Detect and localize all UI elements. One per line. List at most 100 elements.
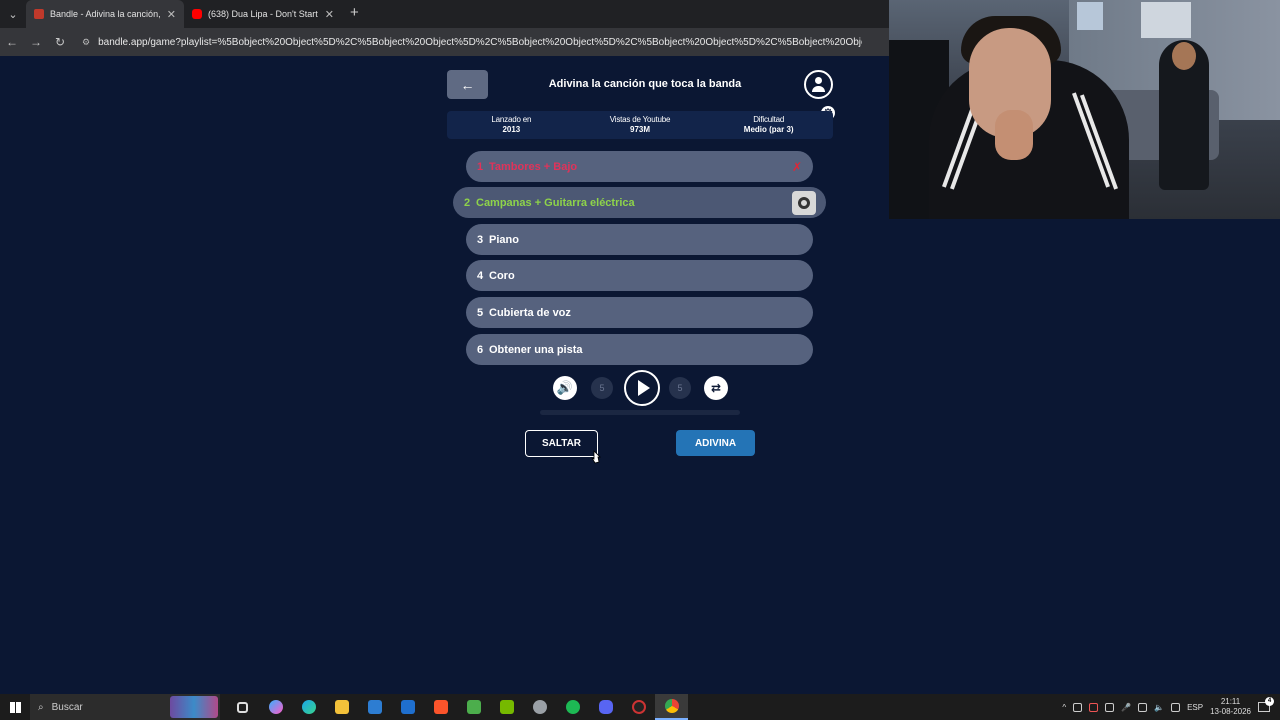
skip-button[interactable]: SALTAR [525,430,598,457]
shuffle-off-icon[interactable]: ⇄ [704,376,728,400]
rewind-seconds: 5 [599,383,605,393]
system-tray: ^ 🎤 🔈 ESP 21:11 13-08-2026 4 [1062,694,1280,720]
clue-row-5: 5 Cubierta de voz [466,297,813,328]
clue-row-1: 1 Tambores + Bajo ✗ [466,151,813,182]
game-back-button[interactable]: ← [447,70,488,99]
clue-row-2[interactable]: 2 Campanas + Guitarra eléctrica [453,187,826,218]
task-view-icon[interactable] [226,694,259,720]
clue-row-4: 4 Coro [466,260,813,291]
new-tab-button[interactable]: + [342,0,367,28]
search-icon: ⌕ [38,701,44,713]
guess-button[interactable]: ADIVINA [676,430,755,456]
tab-youtube[interactable]: (638) Dua Lipa - Don't Start No ✕ [184,0,342,28]
search-placeholder: Buscar [51,701,83,713]
clue-label: Cubierta de voz [489,306,571,319]
mouse-cursor-icon [591,450,601,464]
forward-5-button[interactable]: 5 [669,377,691,399]
app-icon[interactable] [457,694,490,720]
url-text: bandle.app/game?playlist=%5Bobject%20Obj… [98,36,862,48]
store-icon[interactable] [358,694,391,720]
edge-icon[interactable] [292,694,325,720]
back-arrow-icon[interactable]: ← [0,35,24,49]
taskbar-clock[interactable]: 21:11 13-08-2026 [1210,697,1251,717]
close-tab-icon[interactable]: ✕ [167,8,176,21]
playback-controls: 🔊 5 5 ⇄ [553,370,733,406]
tab-bandle[interactable]: Bandle - Adivina la canción, un ✕ [26,0,184,28]
copilot-icon[interactable] [259,694,292,720]
clue-label: Tambores + Bajo [489,160,578,173]
tab-title: Bandle - Adivina la canción, un [50,9,161,19]
clue-label: Coro [489,269,515,282]
info-label: Vistas de Youtube [609,115,671,124]
user-icon [815,77,822,84]
taskbar-search[interactable]: ⌕ Buscar [30,694,220,720]
webcam-overlay [889,0,1280,219]
info-difficulty: Dificultad Medio (par 3) [704,111,833,139]
clue-number: 3 [477,233,484,246]
taskbar-apps [226,694,688,720]
clue-label: Piano [489,233,519,246]
battery-icon[interactable] [1171,702,1181,712]
notification-icon[interactable]: 4 [1258,697,1274,712]
forward-seconds: 5 [677,383,683,393]
search-highlight-image [170,696,218,718]
url-field[interactable]: ⚙ bandle.app/game?playlist=%5Bobject%20O… [82,37,862,48]
speaker-volume-icon[interactable]: 🔈 [1154,703,1164,712]
site-info-icon[interactable]: ⚙ [82,37,90,48]
user-profile-button[interactable] [804,70,833,99]
info-value: 973M [630,125,651,134]
discord-icon[interactable] [589,694,622,720]
speaker-icon [792,191,816,215]
tray-app-icon[interactable] [1089,702,1099,712]
clue-number: 2 [464,196,471,209]
settings-icon[interactable] [523,694,556,720]
wrong-x-icon: ✗ [791,159,802,174]
clue-number: 6 [477,343,484,356]
webcam-poster [1077,2,1103,30]
webcam-background-person [1159,40,1209,190]
windows-start-icon[interactable] [0,694,30,720]
clue-number: 1 [477,160,484,173]
song-info-bar: Lanzado en 2013 Vistas de Youtube 973M D… [447,111,833,139]
nvidia-icon[interactable] [490,694,523,720]
rewind-5-button[interactable]: 5 [591,377,613,399]
user-icon-body [812,86,825,92]
tray-app-icon[interactable] [1073,702,1083,712]
volume-icon[interactable]: 🔊 [553,376,577,400]
playback-progress-bar[interactable] [540,410,740,415]
obs-icon[interactable] [622,694,655,720]
network-icon[interactable] [1138,702,1148,712]
clue-number: 4 [477,269,484,282]
chrome-icon[interactable] [655,694,688,720]
close-tab-icon[interactable]: ✕ [325,8,334,21]
bandle-favicon-icon [34,9,44,19]
clue-label: Campanas + Guitarra eléctrica [476,196,635,209]
file-explorer-icon[interactable] [325,694,358,720]
play-icon [638,380,650,396]
clock-time: 21:11 [1220,697,1241,706]
forward-arrow-icon[interactable]: → [24,35,48,49]
clue-row-3: 3 Piano [466,224,813,255]
clue-row-6[interactable]: 6 Obtener una pista [466,334,813,365]
play-button[interactable] [624,370,660,406]
tab-search-icon[interactable]: ⌄ [0,0,26,28]
page-title: Adivina la canción que toca la banda [548,78,742,90]
spotify-icon[interactable] [556,694,589,720]
game-header: ← Adivina la canción que toca la banda [447,70,833,100]
mail-icon[interactable] [391,694,424,720]
clue-number: 5 [477,306,484,319]
reload-icon[interactable]: ↻ [48,35,72,49]
tab-title: (638) Dua Lipa - Don't Start No [208,9,319,19]
info-release-year: Lanzado en 2013 [447,111,576,139]
clock-date: 13-08-2026 [1210,707,1251,716]
tray-app-icon[interactable] [1105,702,1115,712]
brave-icon[interactable] [424,694,457,720]
microphone-icon[interactable]: 🎤 [1121,703,1131,712]
info-label: Dificultad [753,115,785,124]
clue-label: Obtener una pista [489,343,583,356]
youtube-favicon-icon [192,9,202,19]
language-indicator[interactable]: ESP [1187,703,1203,712]
chevron-up-icon[interactable]: ^ [1062,703,1066,712]
webcam-hand [995,110,1033,160]
arrow-left-icon: ← [460,76,475,93]
